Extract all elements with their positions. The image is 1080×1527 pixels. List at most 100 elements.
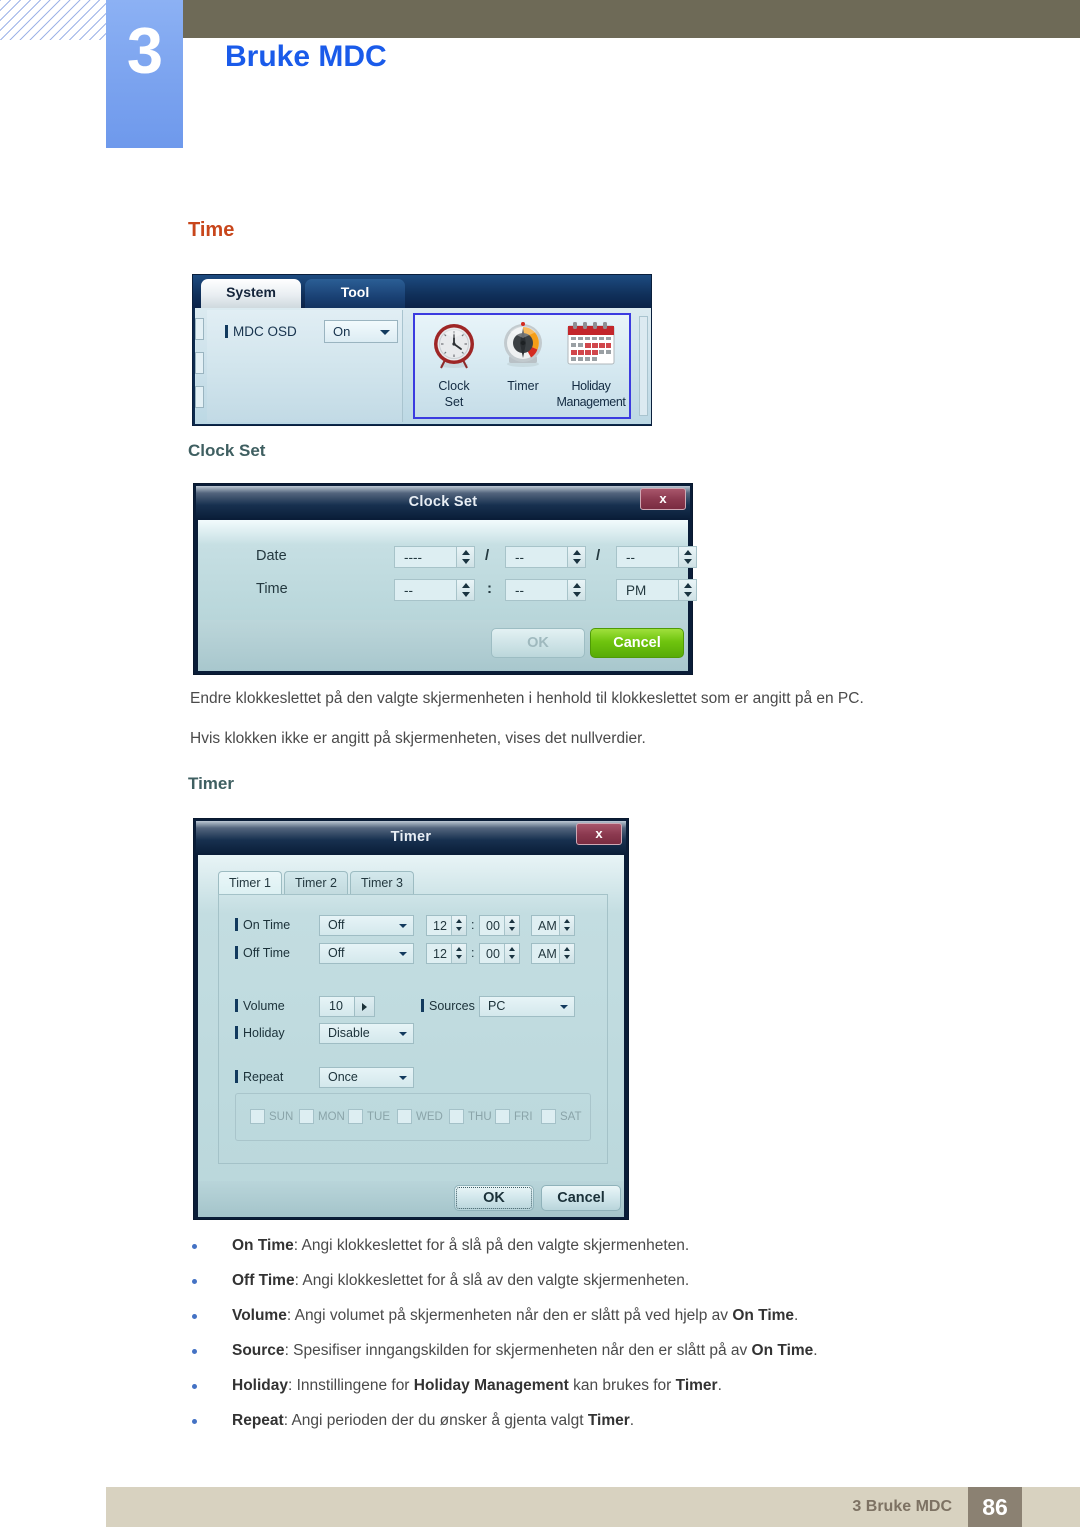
date-day-value: -- <box>626 550 635 565</box>
tab-timer-2[interactable]: Timer 2 <box>284 871 348 895</box>
repeat-dropdown[interactable]: Once <box>319 1067 414 1088</box>
checkbox-sat[interactable]: SAT <box>541 1108 582 1126</box>
label-tick-icon <box>421 999 424 1012</box>
spinner-buttons[interactable] <box>504 944 519 963</box>
spinner-buttons[interactable] <box>456 547 474 567</box>
icon-label-line2: Set <box>444 395 464 409</box>
tab-timer-1[interactable]: Timer 1 <box>218 871 282 895</box>
on-time-ampm-spinner[interactable]: AM <box>531 915 575 936</box>
mdc-osd-label-text: MDC OSD <box>233 324 297 339</box>
edge-stub <box>195 352 204 374</box>
off-time-label: Off Time <box>235 946 290 960</box>
label-tick-icon <box>235 1070 238 1083</box>
checkbox-box[interactable] <box>397 1109 412 1124</box>
checkbox-box[interactable] <box>250 1109 265 1124</box>
off-time-ampm-spinner[interactable]: AM <box>531 943 575 964</box>
bullet-dot-icon <box>192 1279 197 1284</box>
tab-tool[interactable]: Tool <box>305 279 405 308</box>
mdc-osd-value: On <box>333 324 351 339</box>
section-heading-time: Time <box>188 219 235 241</box>
checkbox-box[interactable] <box>541 1109 556 1124</box>
ok-button[interactable]: OK <box>454 1185 534 1211</box>
checkbox-box[interactable] <box>348 1109 363 1124</box>
checkbox-box[interactable] <box>449 1109 464 1124</box>
holiday-dropdown[interactable]: Disable <box>319 1023 414 1044</box>
checkbox-thu[interactable]: THU <box>449 1108 492 1126</box>
spinner-down-icon <box>462 559 470 564</box>
checkbox-label: SAT <box>560 1111 582 1123</box>
icon-label-line1: Holiday <box>571 379 611 393</box>
date-month-spinner[interactable]: -- <box>505 546 586 568</box>
time-separator: : <box>487 580 492 597</box>
on-time-label: On Time <box>235 918 290 932</box>
on-time-minute-spinner[interactable]: 00 <box>479 915 520 936</box>
checkbox-wed[interactable]: WED <box>397 1108 443 1126</box>
checkbox-fri[interactable]: FRI <box>495 1108 533 1126</box>
volume-label-text: Volume <box>243 999 285 1013</box>
volume-stepper-button[interactable] <box>354 997 374 1016</box>
cancel-button[interactable]: Cancel <box>541 1185 621 1211</box>
spinner-buttons[interactable] <box>567 547 585 567</box>
checkbox-tue[interactable]: TUE <box>348 1108 390 1126</box>
spinner-buttons[interactable] <box>451 944 466 963</box>
spinner-buttons[interactable] <box>504 916 519 935</box>
header-olive-bar <box>183 0 1080 38</box>
off-time-hour-value: 12 <box>433 947 447 961</box>
close-icon[interactable]: x <box>576 823 622 845</box>
time-ampm-spinner[interactable]: PM <box>616 579 697 601</box>
time-label: Time <box>256 581 288 597</box>
time-hour-spinner[interactable]: -- <box>394 579 475 601</box>
repeat-label: Repeat <box>235 1070 283 1084</box>
mdc-osd-dropdown[interactable]: On <box>324 320 398 343</box>
timer-dialog-screenshot: Timer x Timer 1 Timer 2 Timer 3 On Time … <box>193 818 629 1220</box>
clock-set-titlebar: Clock Set x <box>196 486 690 518</box>
tab-system[interactable]: System <box>201 279 301 308</box>
on-time-state-dropdown[interactable]: Off <box>319 915 414 936</box>
icon-label-line1: Clock <box>438 379 470 393</box>
bullet-term: Off Time <box>232 1272 295 1289</box>
bullet-term-2: Timer <box>587 1412 630 1429</box>
spinner-buttons[interactable] <box>559 916 574 935</box>
spinner-buttons[interactable] <box>678 580 696 600</box>
right-edge-stub <box>639 316 648 416</box>
off-time-separator: : <box>471 946 475 960</box>
spinner-up-icon <box>573 583 581 588</box>
spinner-buttons[interactable] <box>559 944 574 963</box>
checkbox-label: THU <box>468 1111 492 1123</box>
label-tick-icon <box>235 918 238 931</box>
close-icon[interactable]: x <box>640 488 686 510</box>
icon-button-holiday-management[interactable]: Holiday Management <box>556 320 626 409</box>
volume-field[interactable]: 10 <box>319 996 375 1017</box>
off-time-hour-spinner[interactable]: 12 <box>426 943 467 964</box>
checkbox-sun[interactable]: SUN <box>250 1108 293 1126</box>
time-minute-spinner[interactable]: -- <box>505 579 586 601</box>
off-time-label-text: Off Time <box>243 946 291 960</box>
spinner-up-icon <box>462 550 470 555</box>
checkbox-box[interactable] <box>495 1109 510 1124</box>
cancel-button[interactable]: Cancel <box>590 628 684 658</box>
spinner-down-icon <box>564 955 570 959</box>
sources-dropdown[interactable]: PC <box>479 996 575 1017</box>
bullet-term-3: Timer <box>675 1377 718 1394</box>
date-year-spinner[interactable]: ---- <box>394 546 475 568</box>
timer-settings-group: On Time Off 12 : 00 AM Off Time Off 12:… <box>218 894 608 1164</box>
off-time-state-dropdown[interactable]: Off <box>319 943 414 964</box>
spinner-buttons[interactable] <box>678 547 696 567</box>
timer-titlebar: Timer x <box>196 821 626 853</box>
bullet-term-2: On Time <box>751 1342 814 1359</box>
icon-button-clock-set[interactable]: Clock Set <box>419 320 489 409</box>
spinner-buttons[interactable] <box>567 580 585 600</box>
ok-button[interactable]: OK <box>491 628 585 658</box>
page-number: 86 <box>982 1494 1008 1520</box>
off-time-minute-spinner[interactable]: 00 <box>479 943 520 964</box>
checkbox-box[interactable] <box>299 1109 314 1124</box>
spinner-buttons[interactable] <box>456 580 474 600</box>
tab-timer-3[interactable]: Timer 3 <box>350 871 414 895</box>
date-day-spinner[interactable]: -- <box>616 546 697 568</box>
bullet-term-2: On Time <box>732 1307 795 1324</box>
icon-button-timer[interactable]: Timer <box>488 320 558 393</box>
checkbox-mon[interactable]: MON <box>299 1108 345 1126</box>
spinner-buttons[interactable] <box>451 916 466 935</box>
on-time-hour-spinner[interactable]: 12 <box>426 915 467 936</box>
date-separator-1: / <box>485 547 490 564</box>
